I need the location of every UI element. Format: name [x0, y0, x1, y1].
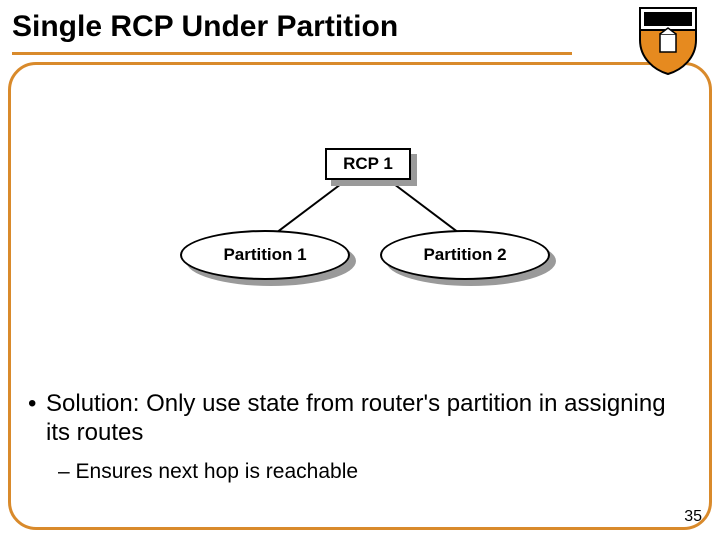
slide: Single RCP Under Partition RCP 1 Partiti… — [0, 0, 720, 540]
bullet-main: • Solution: Only use state from router's… — [28, 390, 692, 448]
rcp-label: RCP 1 — [343, 154, 393, 174]
title-area: Single RCP Under Partition — [12, 10, 600, 50]
subbullet-text: Ensures next hop is reachable — [76, 460, 359, 483]
subbullet: – Ensures next hop is reachable — [58, 460, 692, 484]
princeton-shield-icon — [638, 6, 698, 76]
partition2-label: Partition 2 — [423, 245, 506, 265]
partition1-ellipse: Partition 1 — [180, 230, 350, 280]
diagram-area: RCP 1 Partition 1 Partition 2 — [0, 140, 720, 320]
title-underline — [12, 52, 572, 55]
bullet-text: Solution: Only use state from router's p… — [46, 390, 692, 448]
partition2-ellipse: Partition 2 — [380, 230, 550, 280]
partition1-label: Partition 1 — [223, 245, 306, 265]
page-number: 35 — [684, 508, 702, 526]
subbullet-marker: – — [58, 460, 70, 483]
slide-title: Single RCP Under Partition — [12, 10, 600, 50]
bullet-marker: • — [28, 390, 46, 448]
rcp-box: RCP 1 — [325, 148, 411, 180]
